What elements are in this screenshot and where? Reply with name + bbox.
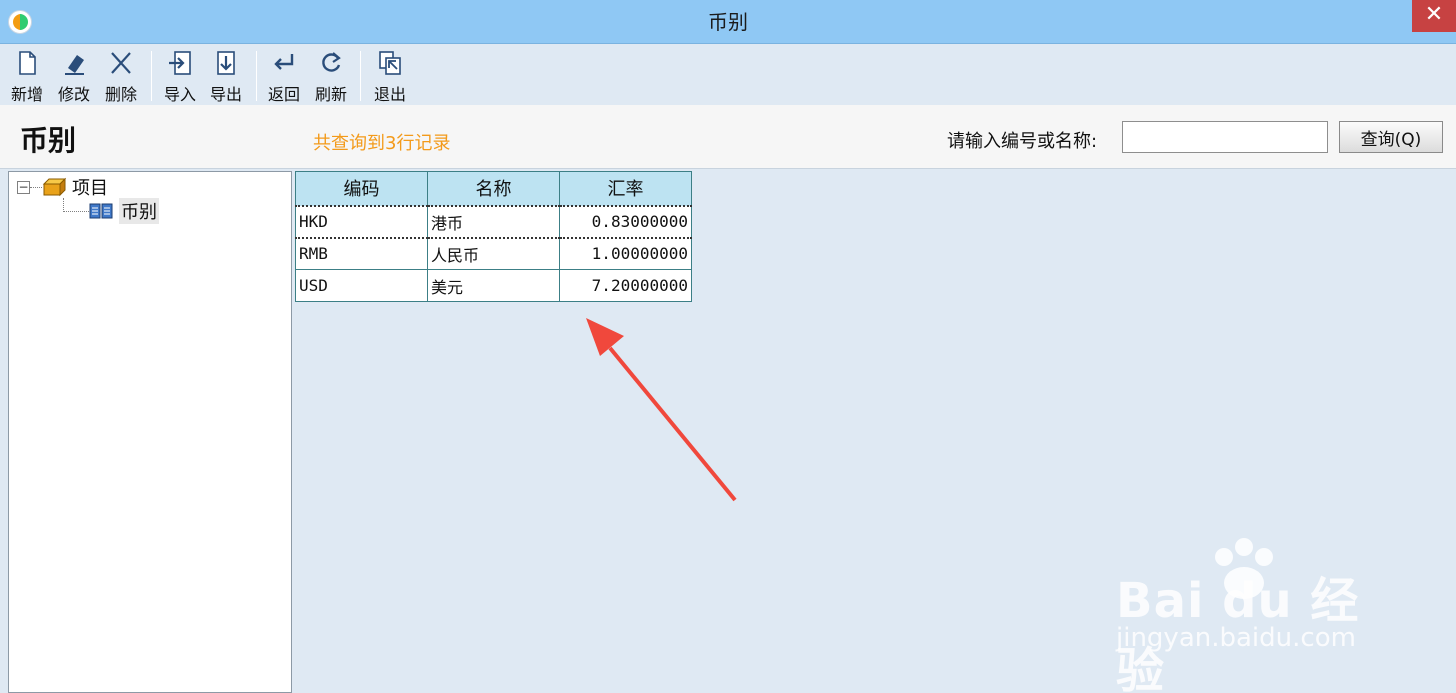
refresh-button[interactable]: 刷新: [310, 49, 352, 104]
close-button[interactable]: ✕: [1412, 0, 1456, 32]
cell-rate[interactable]: 7.20000000: [559, 269, 692, 302]
delete-button[interactable]: 删除: [100, 49, 142, 104]
book-icon: [89, 203, 113, 219]
import-icon: [169, 51, 191, 75]
tree-connector: [63, 210, 89, 212]
cell-name[interactable]: 港币: [427, 204, 560, 239]
toolbar-separator: [256, 51, 257, 101]
return-icon: [274, 54, 294, 70]
header-row: 币别 共查询到3行记录 请输入编号或名称: 查询(Q): [0, 105, 1456, 169]
toolbar-separator: [151, 51, 152, 101]
new-button-label: 新增: [10, 85, 43, 104]
cell-name[interactable]: 美元: [427, 269, 560, 302]
column-header-rate[interactable]: 汇率: [559, 171, 692, 206]
currency-table: 编码 名称 汇率 HKD 港币 0.83000000 RMB 人民币 1.000…: [295, 171, 692, 302]
table-row[interactable]: USD 美元 7.20000000: [295, 269, 692, 302]
search-label: 请输入编号或名称:: [947, 131, 1098, 152]
cell-rate[interactable]: 0.83000000: [559, 204, 692, 239]
import-button[interactable]: 导入: [159, 49, 201, 104]
exit-button[interactable]: 退出: [369, 49, 411, 104]
tree-label-project: 项目: [72, 178, 108, 199]
export-button-label: 导出: [209, 85, 242, 104]
refresh-button-label: 刷新: [314, 85, 347, 104]
page-title: 币别: [20, 124, 77, 157]
export-button[interactable]: 导出: [205, 49, 247, 104]
exit-icon: [379, 51, 401, 75]
window-title: 币别: [708, 10, 748, 34]
column-header-code[interactable]: 编码: [295, 171, 428, 206]
table-row[interactable]: RMB 人民币 1.00000000: [295, 237, 692, 270]
tree-connector: [30, 186, 42, 188]
import-button-label: 导入: [163, 85, 196, 104]
search-input[interactable]: [1122, 121, 1328, 153]
baidu-watermark: Bai du 经验 jingyan.baidu.com: [1112, 535, 1402, 693]
cell-code[interactable]: RMB: [295, 237, 428, 270]
query-button[interactable]: 查询(Q): [1339, 121, 1443, 153]
table-row[interactable]: HKD 港币 0.83000000: [295, 204, 692, 239]
exit-button-label: 退出: [373, 85, 406, 104]
title-bar: 币别 ✕: [0, 0, 1456, 44]
edit-button[interactable]: 修改: [53, 49, 95, 104]
toolbar: 新增 修改 删除 导入 导出 返回 刷新 退出: [0, 45, 1456, 105]
refresh-icon: [322, 52, 341, 72]
folder-box-icon: [42, 177, 66, 197]
tree-label-currency: 币别: [119, 198, 159, 224]
new-document-icon: [19, 51, 36, 75]
delete-x-icon: [111, 52, 131, 74]
export-icon: [217, 51, 235, 75]
new-button[interactable]: 新增: [6, 49, 48, 104]
record-count-text: 共查询到3行记录: [313, 133, 451, 154]
table-header-row: 编码 名称 汇率: [295, 171, 692, 206]
red-annotation-arrow-icon: [586, 318, 737, 502]
return-button-label: 返回: [267, 85, 300, 104]
tree-node-currency[interactable]: 币别: [63, 198, 159, 224]
cell-rate[interactable]: 1.00000000: [559, 237, 692, 270]
eraser-icon: [65, 55, 84, 75]
tree-node-root[interactable]: − 项目: [17, 176, 108, 199]
cell-code[interactable]: USD: [295, 269, 428, 302]
return-button[interactable]: 返回: [263, 49, 305, 104]
edit-button-label: 修改: [57, 85, 90, 104]
column-header-name[interactable]: 名称: [427, 171, 560, 206]
collapse-toggle-icon[interactable]: −: [17, 180, 30, 194]
delete-button-label: 删除: [104, 85, 137, 104]
watermark-url: jingyan.baidu.com: [1116, 623, 1356, 653]
cell-name[interactable]: 人民币: [427, 237, 560, 270]
tree-panel: − 项目 币别: [8, 171, 292, 693]
toolbar-separator: [360, 51, 361, 101]
cell-code[interactable]: HKD: [295, 204, 428, 239]
